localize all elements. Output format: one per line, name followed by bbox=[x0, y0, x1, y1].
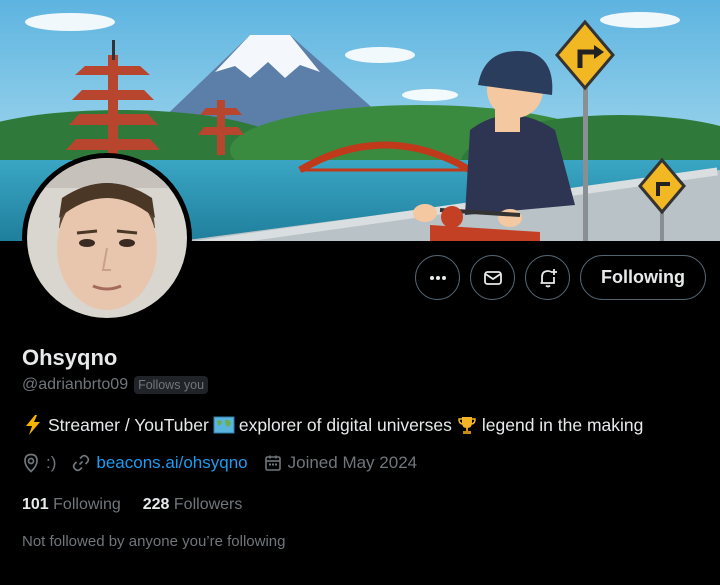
profile-stats: 101 Following 228 Followers bbox=[22, 496, 242, 514]
display-name: Ohsyqno bbox=[22, 345, 118, 370]
profile-actions: Following bbox=[415, 255, 706, 300]
lightning-icon bbox=[22, 414, 44, 436]
bio-part-1: Streamer / YouTuber bbox=[48, 414, 209, 435]
message-button[interactable] bbox=[470, 255, 516, 300]
more-button[interactable] bbox=[415, 255, 461, 300]
avatar[interactable] bbox=[27, 158, 187, 318]
more-icon bbox=[429, 275, 446, 280]
location-item: :) bbox=[22, 453, 56, 473]
joined-item: Joined May 2024 bbox=[264, 453, 417, 473]
profile-bio: Streamer / YouTuber explorer of digital … bbox=[22, 414, 643, 436]
link-item[interactable]: beacons.ai/ohsyqno bbox=[72, 453, 248, 473]
envelope-icon bbox=[483, 270, 502, 285]
bio-part-3: legend in the making bbox=[481, 414, 644, 435]
world-map-icon bbox=[213, 414, 235, 436]
not-followed-note: Not followed by anyone you’re following bbox=[22, 533, 286, 550]
followers-link[interactable]: 228 Followers bbox=[143, 496, 243, 514]
calendar-icon bbox=[264, 455, 281, 471]
avatar-frame[interactable] bbox=[22, 153, 192, 323]
link-icon bbox=[73, 454, 90, 472]
location-text: :) bbox=[46, 453, 57, 472]
follows-you-badge: Follows you bbox=[134, 376, 209, 394]
username-handle: @adrianbrto09 bbox=[22, 376, 129, 393]
joined-date: Joined May 2024 bbox=[287, 453, 418, 472]
following-button[interactable]: Following bbox=[580, 255, 706, 300]
trophy-icon bbox=[456, 414, 478, 436]
following-link[interactable]: 101 Following bbox=[22, 496, 121, 514]
profile-link[interactable]: beacons.ai/ohsyqno bbox=[96, 453, 247, 473]
bio-part-2: explorer of digital universes bbox=[238, 414, 452, 435]
following-count: 101 bbox=[22, 496, 49, 513]
following-label: Following bbox=[53, 496, 121, 513]
avatar-image bbox=[27, 158, 187, 318]
handle-row: @adrianbrto09 Follows you bbox=[22, 376, 209, 394]
location-pin-icon bbox=[24, 453, 38, 473]
followers-label: Followers bbox=[173, 496, 243, 513]
profile-meta: :) beacons.ai/ohsyqno Joined May 2024 bbox=[22, 453, 427, 473]
notify-button[interactable] bbox=[525, 255, 571, 300]
bell-plus-icon bbox=[540, 268, 557, 287]
followers-count: 228 bbox=[142, 496, 170, 513]
